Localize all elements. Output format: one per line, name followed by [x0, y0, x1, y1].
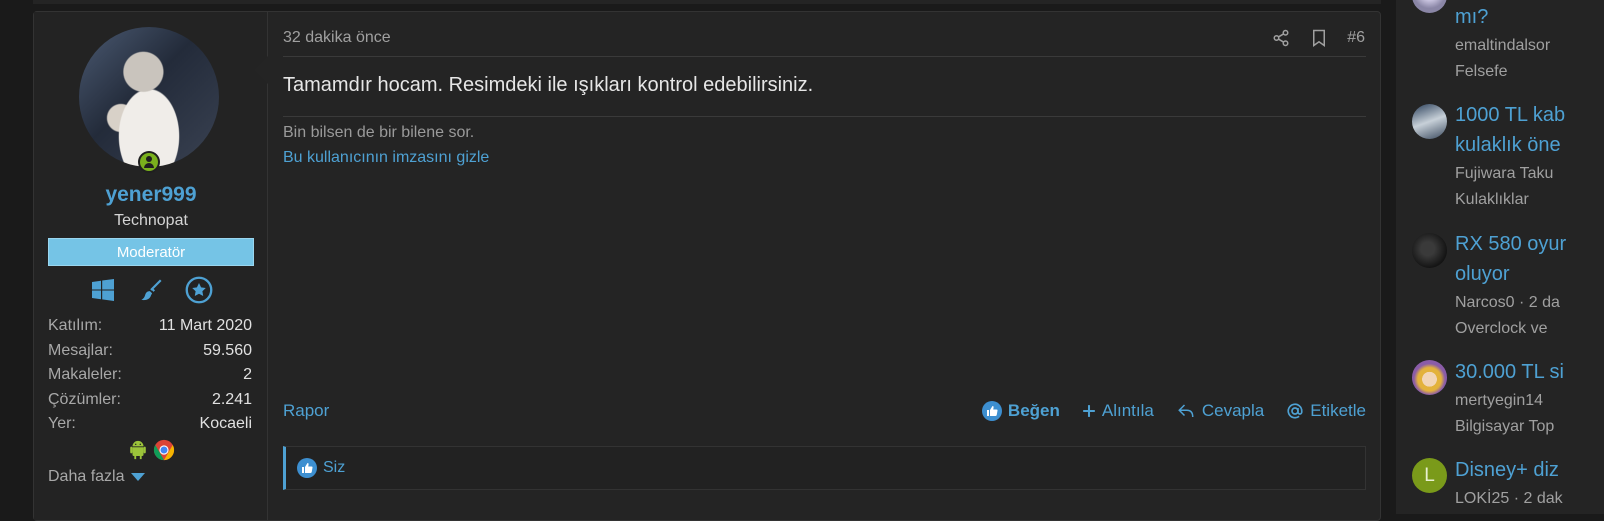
stat-row: Katılım: 11 Mart 2020	[48, 314, 252, 339]
thread-title-cont[interactable]: kulaklık öne	[1455, 130, 1561, 160]
stat-label: Mesajlar:	[48, 341, 113, 359]
share-icon[interactable]	[1271, 28, 1291, 48]
stat-value: 11 Mart 2020	[158, 317, 252, 334]
thread-author-avatar[interactable]	[1412, 104, 1447, 139]
thread-meta[interactable]: Narcos0 · 2 da	[1455, 290, 1560, 316]
user-badges	[34, 276, 268, 304]
stat-value[interactable]: 59.560	[203, 339, 252, 364]
likes-bar[interactable]: Siz	[283, 446, 1366, 490]
thread-title[interactable]: 1000 TL kab	[1455, 100, 1565, 130]
thread-title-cont[interactable]: oluyor	[1455, 259, 1509, 289]
thread-title[interactable]: mı?	[1455, 2, 1488, 32]
chrome-icon	[153, 439, 175, 466]
thread-author-avatar[interactable]: L	[1412, 458, 1447, 493]
post-arrow	[254, 56, 268, 84]
stat-row: Çözümler: 2.241	[48, 388, 252, 413]
device-icons	[34, 439, 268, 466]
brush-icon[interactable]	[137, 276, 165, 304]
post-timestamp[interactable]: 32 dakika önce	[283, 29, 391, 47]
quote-label: Alıntıla	[1101, 401, 1154, 420]
post-tools: #6	[1271, 28, 1365, 48]
stat-value: Kocaeli	[199, 415, 252, 432]
signature-text: Bin bilsen de bir bilene sor.	[283, 124, 475, 141]
thread-title[interactable]: Disney+ diz	[1455, 455, 1559, 485]
thread-author-avatar[interactable]	[1412, 0, 1447, 13]
like-button[interactable]: Beğen	[981, 401, 1060, 421]
mention-button[interactable]: Etiketle	[1286, 401, 1366, 421]
bookmark-icon[interactable]	[1309, 28, 1329, 48]
stat-row: Mesajlar: 59.560	[48, 339, 252, 364]
reply-label: Cevapla	[1201, 401, 1265, 420]
header-divider	[283, 56, 1366, 57]
caret-down-icon	[130, 473, 145, 481]
user-stats: Katılım: 11 Mart 2020 Mesajlar: 59.560 Mak…	[48, 314, 252, 437]
moderator-banner: Moderatör	[48, 238, 254, 266]
post-number-link[interactable]: #6	[1347, 29, 1365, 47]
thread-forum[interactable]: Bilgisayar Top	[1455, 414, 1554, 440]
windows-icon[interactable]	[89, 276, 117, 304]
sidebar-latest-threads: mı? emaltindalsor Felsefe 1000 TL kab ku…	[1396, 0, 1604, 514]
online-status-icon	[138, 151, 160, 173]
stat-label: Katılım:	[48, 317, 103, 334]
thread-meta[interactable]: mertyegin14	[1455, 388, 1543, 414]
thread-forum[interactable]: Overclock ve	[1455, 316, 1547, 342]
thread-meta[interactable]: LOKİ25 · 2 dak	[1455, 486, 1563, 512]
quote-button[interactable]: Alıntıla	[1082, 401, 1154, 421]
plus-icon	[1083, 405, 1095, 417]
previous-post-edge	[33, 0, 1381, 4]
post-card: yener999 Technopat Moderatör Katılım: 11 …	[33, 11, 1381, 521]
user-avatar[interactable]	[79, 27, 219, 167]
star-badge-icon[interactable]	[185, 276, 213, 304]
thread-forum[interactable]: Kulaklıklar	[1455, 187, 1529, 213]
reply-button[interactable]: Cevapla	[1176, 401, 1264, 421]
more-info-toggle[interactable]: Daha fazla	[48, 468, 145, 486]
thread-author-avatar[interactable]	[1412, 360, 1447, 395]
post-body: Tamamdır hocam. Resimdeki ile ışıkları k…	[283, 74, 814, 96]
stat-label: Çözümler:	[48, 390, 121, 408]
stat-label: Makaleler:	[48, 366, 122, 383]
android-icon	[127, 439, 149, 466]
thread-author-avatar[interactable]	[1412, 233, 1447, 268]
stat-value: 2.241	[211, 390, 252, 408]
hide-signature-link[interactable]: Bu kullanıcının imzasını gizle	[283, 149, 489, 167]
thread-meta[interactable]: Fujiwara Taku	[1455, 161, 1553, 187]
stat-row: Yer: Kocaeli	[48, 412, 252, 437]
stat-value[interactable]: 2	[243, 363, 252, 388]
user-title: Technopat	[114, 212, 188, 229]
more-info-label: Daha fazla	[48, 468, 125, 485]
user-info-column: yener999 Technopat Moderatör Katılım: 11 …	[34, 12, 268, 520]
signature-divider	[283, 116, 1366, 117]
stat-row: Makaleler: 2	[48, 363, 252, 388]
thread-forum[interactable]: Felsefe	[1455, 59, 1507, 85]
thread-title[interactable]: 30.000 TL si	[1455, 357, 1564, 387]
likers-list[interactable]: Siz	[323, 459, 345, 477]
mention-label: Etiketle	[1310, 401, 1366, 420]
report-link[interactable]: Rapor	[283, 401, 329, 421]
at-sign-icon	[1287, 403, 1303, 419]
username-link[interactable]: yener999	[34, 183, 268, 207]
thread-meta[interactable]: emaltindalsor	[1455, 33, 1550, 59]
like-label: Beğen	[1007, 401, 1060, 420]
stat-label: Yer:	[48, 415, 76, 432]
thumbs-up-icon	[297, 458, 317, 478]
thread-title[interactable]: RX 580 oyur	[1455, 229, 1566, 259]
thumbs-up-icon	[981, 401, 1002, 421]
reply-arrow-icon	[1178, 404, 1194, 418]
